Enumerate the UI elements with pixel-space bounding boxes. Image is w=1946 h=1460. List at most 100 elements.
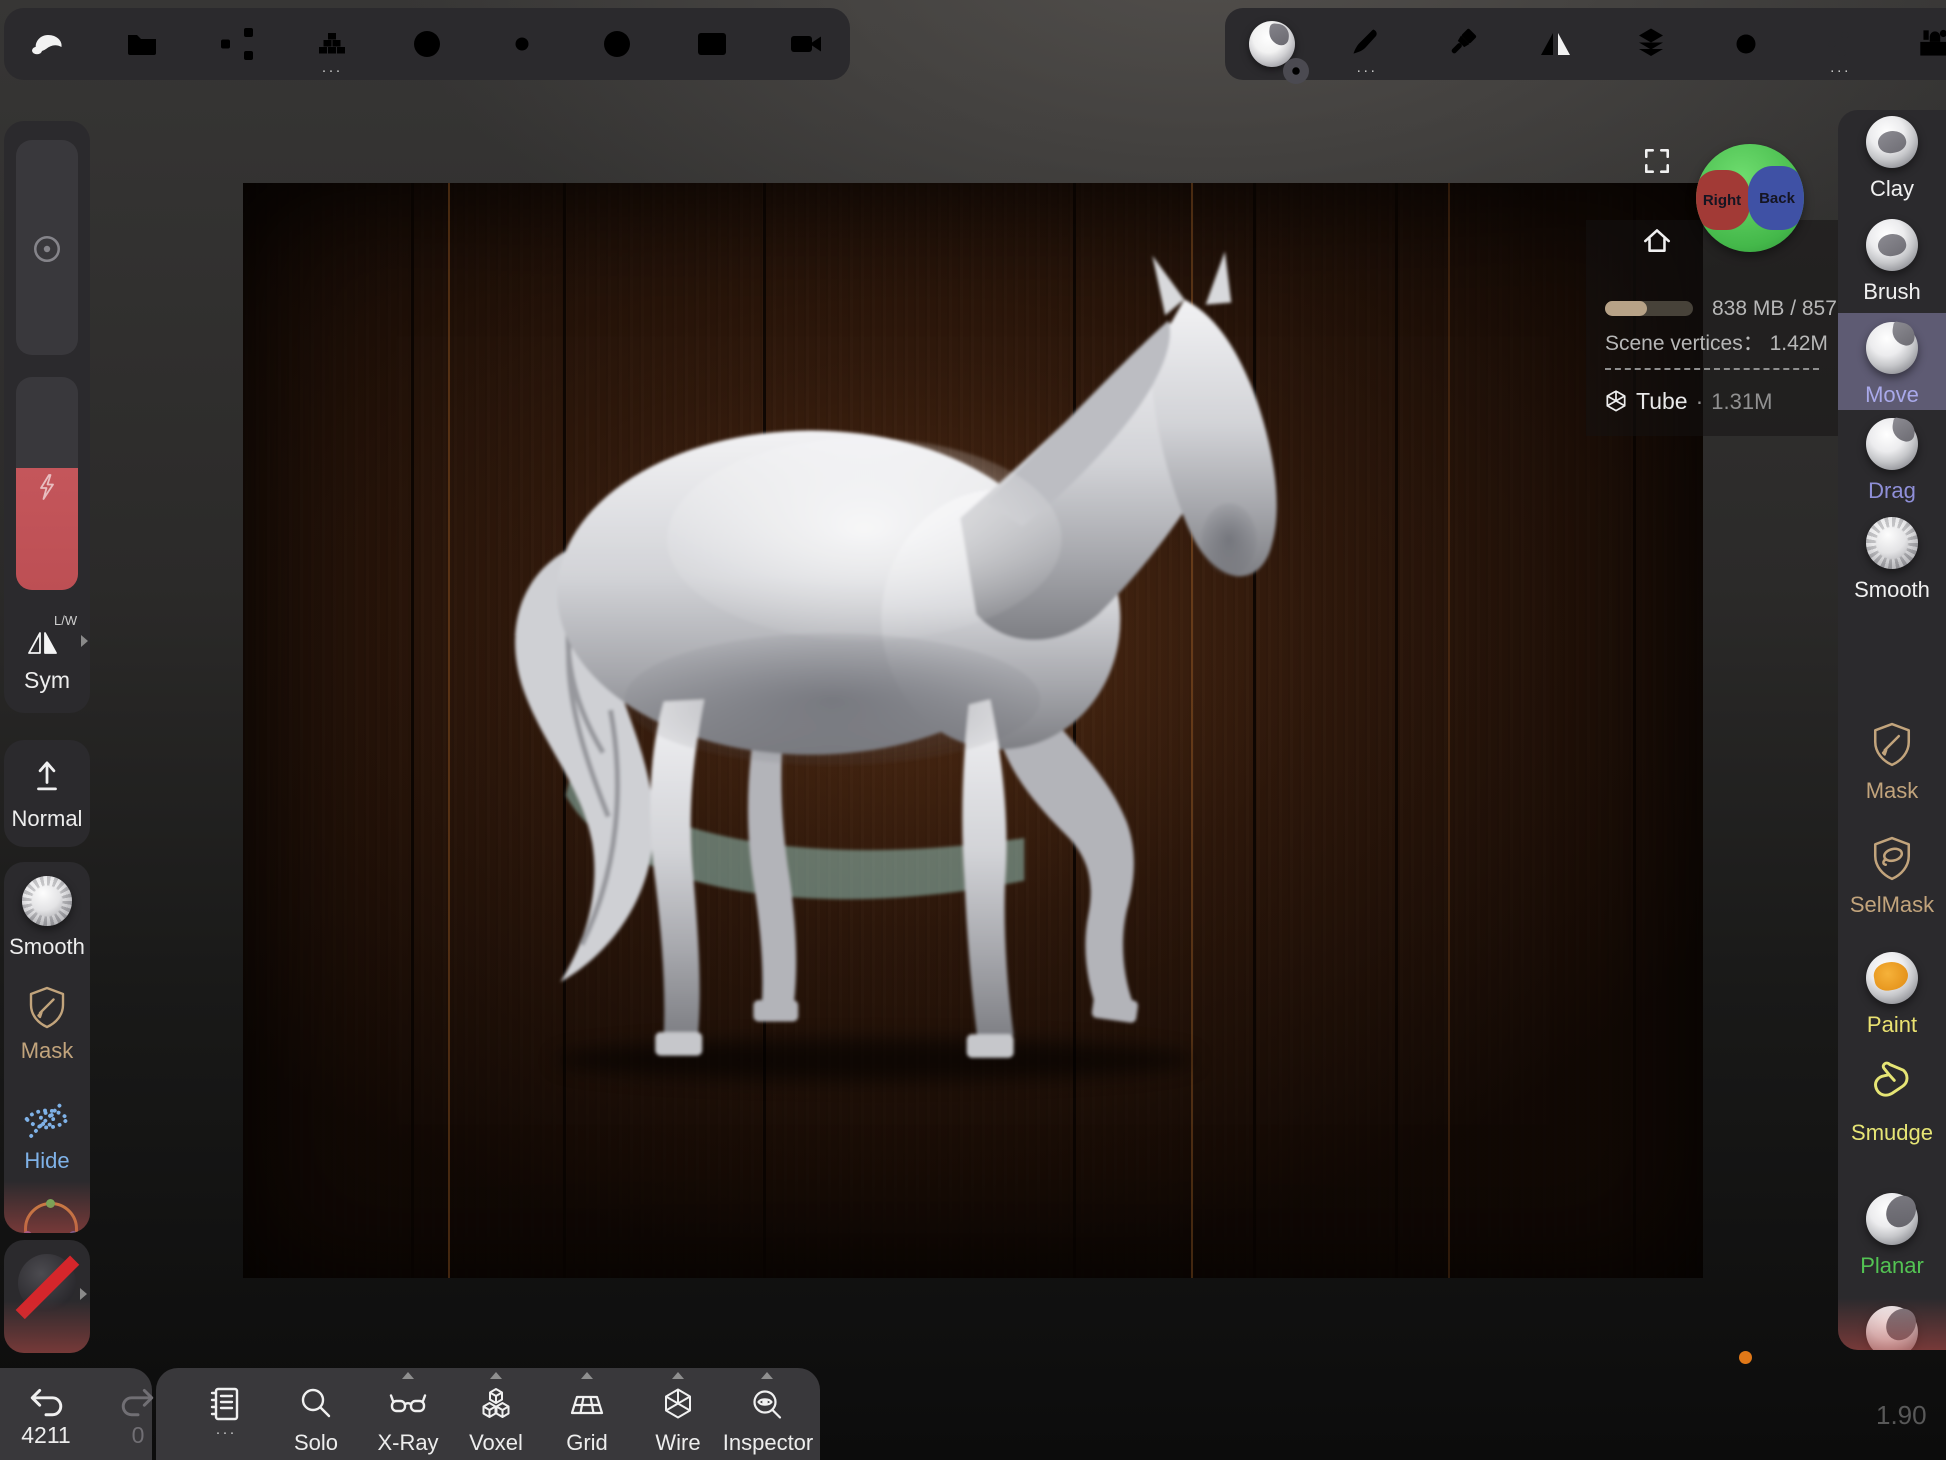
- tool-smooth[interactable]: Smooth: [1838, 517, 1946, 603]
- tool-selmask-label: SelMask: [1850, 892, 1934, 918]
- intensity-slider[interactable]: [16, 377, 78, 590]
- paint-roller-icon[interactable]: [1432, 12, 1490, 76]
- layers-list-button[interactable]: ···: [192, 1384, 260, 1436]
- stats-separator: [1605, 368, 1819, 370]
- memory-bar-fill: [1605, 301, 1647, 316]
- matcap-ball-icon[interactable]: [398, 12, 456, 76]
- settings-gear-icon[interactable]: [1717, 12, 1775, 76]
- tool-drag[interactable]: Drag: [1838, 418, 1946, 504]
- brush-tools-sidebar: Clay Brush Move Drag Smooth Mask: [1838, 110, 1946, 1350]
- camera-icon[interactable]: [778, 12, 836, 76]
- solo-label: Solo: [294, 1430, 338, 1456]
- hide-quick-button[interactable]: Hide: [4, 1094, 90, 1174]
- wire-button[interactable]: Wire: [642, 1386, 714, 1456]
- grid-button[interactable]: Grid: [551, 1386, 623, 1456]
- mesh-hexagon-icon: [1604, 389, 1628, 415]
- sculpt-viewport[interactable]: [243, 183, 1703, 1278]
- xray-button[interactable]: X-Ray: [370, 1386, 446, 1456]
- mask-quick-button[interactable]: Mask: [4, 980, 90, 1064]
- tool-mask[interactable]: Mask: [1838, 720, 1946, 804]
- scene-bricks-icon[interactable]: ···: [303, 12, 361, 76]
- gizmo-tool-button[interactable]: [24, 1202, 78, 1233]
- voxel-options-caret[interactable]: [490, 1372, 502, 1379]
- radius-slider[interactable]: [16, 140, 78, 355]
- paint-sphere-icon: [1866, 952, 1918, 1004]
- redo-button[interactable]: 0: [106, 1384, 170, 1449]
- quick-tools-panel: Smooth Mask Hide: [4, 862, 90, 1233]
- smooth-sphere-icon: [1866, 517, 1918, 569]
- tool-smooth-label: Smooth: [1854, 577, 1930, 603]
- tool-move[interactable]: Move: [1838, 322, 1946, 408]
- notification-dot: [1739, 1351, 1752, 1364]
- grid-label: Grid: [566, 1430, 608, 1456]
- planar-sphere-icon: [1866, 1193, 1918, 1245]
- gizmo-axis-dot-green: [46, 1199, 55, 1208]
- scene-more-dots: ···: [303, 68, 361, 74]
- clay-sphere-icon: [1866, 116, 1918, 168]
- selmask-shield-icon: [1870, 834, 1914, 884]
- files-folder-icon[interactable]: [113, 12, 171, 76]
- normal-label: Normal: [0, 806, 96, 832]
- share-nodes-icon[interactable]: [208, 12, 266, 76]
- falloff-selector-panel: [4, 1240, 90, 1353]
- gizmo-axis-dot-purple: [23, 1231, 32, 1233]
- tool-brush[interactable]: Brush: [1838, 219, 1946, 305]
- mask-shield-icon: [4, 984, 90, 1032]
- paint-brush-icon[interactable]: ···: [1338, 12, 1396, 76]
- gizmo-back-face[interactable]: Back: [1748, 166, 1804, 230]
- sym-expand-caret[interactable]: [81, 635, 88, 647]
- fullscreen-icon[interactable]: [1642, 146, 1672, 176]
- tool-planar[interactable]: Planar: [1838, 1193, 1946, 1279]
- gizmo-right-face[interactable]: Right: [1696, 170, 1750, 230]
- tool-partial-next[interactable]: [1838, 1306, 1946, 1350]
- tool-smudge-label: Smudge: [1851, 1120, 1933, 1146]
- inspector-label: Inspector: [723, 1430, 814, 1456]
- brush-sphere-icon: [1866, 219, 1918, 271]
- gizmo-tool-icon: [24, 1202, 78, 1233]
- undo-count: 4211: [21, 1422, 70, 1449]
- top-left-toolbar: ···: [4, 8, 850, 80]
- undo-button[interactable]: 4211: [14, 1384, 78, 1449]
- home-view-icon[interactable]: [1640, 224, 1674, 256]
- nomad-sculpt-app: Right Back 838 MB / 857 MB Scene vertice…: [0, 0, 1946, 1460]
- inspector-options-caret[interactable]: [761, 1372, 773, 1379]
- smooth-sphere-icon: [22, 876, 72, 926]
- normal-mode-button[interactable]: Normal: [4, 740, 90, 847]
- symmetry-mirror-icon[interactable]: [1527, 12, 1585, 76]
- wire-label: Wire: [655, 1430, 700, 1456]
- wire-options-caret[interactable]: [672, 1372, 684, 1379]
- tool-paint[interactable]: Paint: [1838, 952, 1946, 1038]
- object-row[interactable]: Tube · 1.31M: [1604, 388, 1772, 415]
- sym-label: Sym: [4, 667, 90, 694]
- sliders-more-dots: ···: [1811, 68, 1869, 74]
- xray-options-caret[interactable]: [402, 1372, 414, 1379]
- inspector-button[interactable]: Inspector: [716, 1386, 820, 1456]
- tool-planar-label: Planar: [1860, 1253, 1924, 1279]
- voxel-button[interactable]: Voxel: [458, 1386, 534, 1456]
- grid-options-caret[interactable]: [581, 1372, 593, 1379]
- tool-clay-label: Clay: [1870, 176, 1914, 202]
- wood-grain-streak: [1448, 183, 1450, 1278]
- light-sun-icon[interactable]: [493, 12, 551, 76]
- solo-button[interactable]: Solo: [280, 1384, 352, 1456]
- material-sphere-button[interactable]: [1243, 12, 1301, 76]
- interface-sliders-icon[interactable]: ···: [1811, 12, 1869, 76]
- smooth-quick-button[interactable]: Smooth: [4, 872, 90, 960]
- falloff-none-button[interactable]: [18, 1254, 76, 1312]
- tool-drag-label: Drag: [1868, 478, 1916, 504]
- tool-clay[interactable]: Clay: [1838, 116, 1946, 202]
- object-vertices: 1.31M: [1711, 389, 1772, 415]
- layers-icon[interactable]: [1622, 12, 1680, 76]
- tool-smudge[interactable]: Smudge: [1838, 1060, 1946, 1146]
- toolbox-icon[interactable]: [1906, 12, 1946, 76]
- drag-sphere-icon: [1866, 418, 1918, 470]
- render-aperture-icon[interactable]: [588, 12, 646, 76]
- material-gear-badge[interactable]: [1283, 58, 1309, 84]
- horse-sculpture[interactable]: [363, 238, 1323, 1118]
- orientation-gizmo[interactable]: Right Back: [1696, 144, 1804, 252]
- nomad-logo[interactable]: [18, 12, 76, 76]
- background-image-icon[interactable]: [683, 12, 741, 76]
- wood-plank-line: [1395, 183, 1398, 1278]
- falloff-expand-caret[interactable]: [80, 1288, 87, 1300]
- tool-selmask[interactable]: SelMask: [1838, 834, 1946, 918]
